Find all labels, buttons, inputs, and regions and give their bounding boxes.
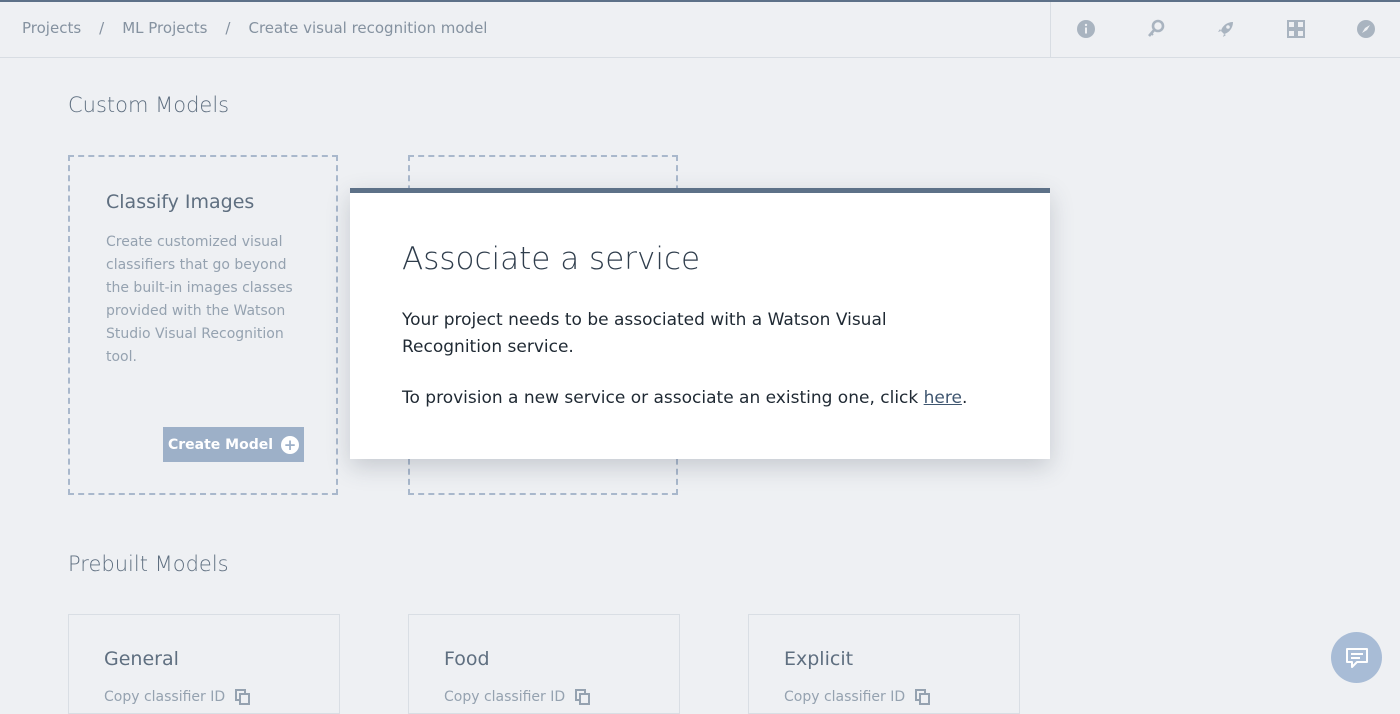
copy-classifier-id-label: Copy classifier ID (444, 689, 566, 705)
header-divider (1050, 2, 1051, 57)
modal-paragraph-2-end: . (961, 388, 968, 408)
here-link[interactable]: here (924, 388, 962, 408)
prebuilt-models-heading: Prebuilt Models (68, 552, 229, 576)
rocket-icon[interactable] (1215, 18, 1237, 40)
top-header: Projects / ML Projects / Create visual r… (0, 2, 1400, 58)
copy-icon (575, 689, 591, 705)
chat-icon (1345, 647, 1368, 668)
prebuilt-card-title: Food (444, 648, 490, 670)
copy-classifier-id-label: Copy classifier ID (104, 689, 226, 705)
prebuilt-card-food[interactable]: Food Copy classifier ID (408, 614, 680, 714)
create-model-label: Create Model (167, 436, 274, 453)
classify-images-title: Classify Images (106, 191, 255, 213)
key-icon[interactable] (1145, 18, 1167, 40)
associate-service-modal: Associate a service Your project needs t… (350, 188, 1050, 459)
breadcrumb-separator: / (99, 19, 105, 37)
info-icon[interactable] (1075, 18, 1097, 40)
modal-paragraph-2: To provision a new service or associate … (402, 385, 982, 412)
copy-classifier-id-link[interactable]: Copy classifier ID (104, 689, 251, 705)
copy-classifier-id-link[interactable]: Copy classifier ID (784, 689, 931, 705)
breadcrumb: Projects / ML Projects / Create visual r… (22, 19, 487, 37)
breadcrumb-separator: / (225, 19, 231, 37)
prebuilt-card-explicit[interactable]: Explicit Copy classifier ID (748, 614, 1020, 714)
plus-circle-icon: + (281, 435, 300, 454)
custom-models-heading: Custom Models (68, 93, 230, 117)
classify-images-description: Create customized visual classifiers tha… (106, 234, 293, 365)
create-model-button[interactable]: Create Model + (163, 427, 304, 462)
breadcrumb-current: Create visual recognition model (248, 19, 488, 37)
copy-icon (915, 689, 931, 705)
copy-classifier-id-link[interactable]: Copy classifier ID (444, 689, 591, 705)
prebuilt-card-title: General (104, 648, 179, 670)
breadcrumb-projects[interactable]: Projects (22, 19, 81, 37)
modal-paragraph-1: Your project needs to be associated with… (402, 310, 887, 357)
modal-paragraph-2-text: To provision a new service or associate … (402, 388, 924, 408)
grid-icon[interactable] (1285, 18, 1307, 40)
copy-classifier-id-label: Copy classifier ID (784, 689, 906, 705)
modal-title: Associate a service (402, 241, 701, 277)
compass-icon[interactable] (1355, 18, 1377, 40)
chat-button[interactable] (1331, 632, 1382, 683)
prebuilt-card-general[interactable]: General Copy classifier ID (68, 614, 340, 714)
classify-images-card: Classify Images Create customized visual… (68, 155, 338, 495)
copy-icon (235, 689, 251, 705)
breadcrumb-ml-projects[interactable]: ML Projects (122, 19, 207, 37)
prebuilt-card-title: Explicit (784, 648, 854, 670)
